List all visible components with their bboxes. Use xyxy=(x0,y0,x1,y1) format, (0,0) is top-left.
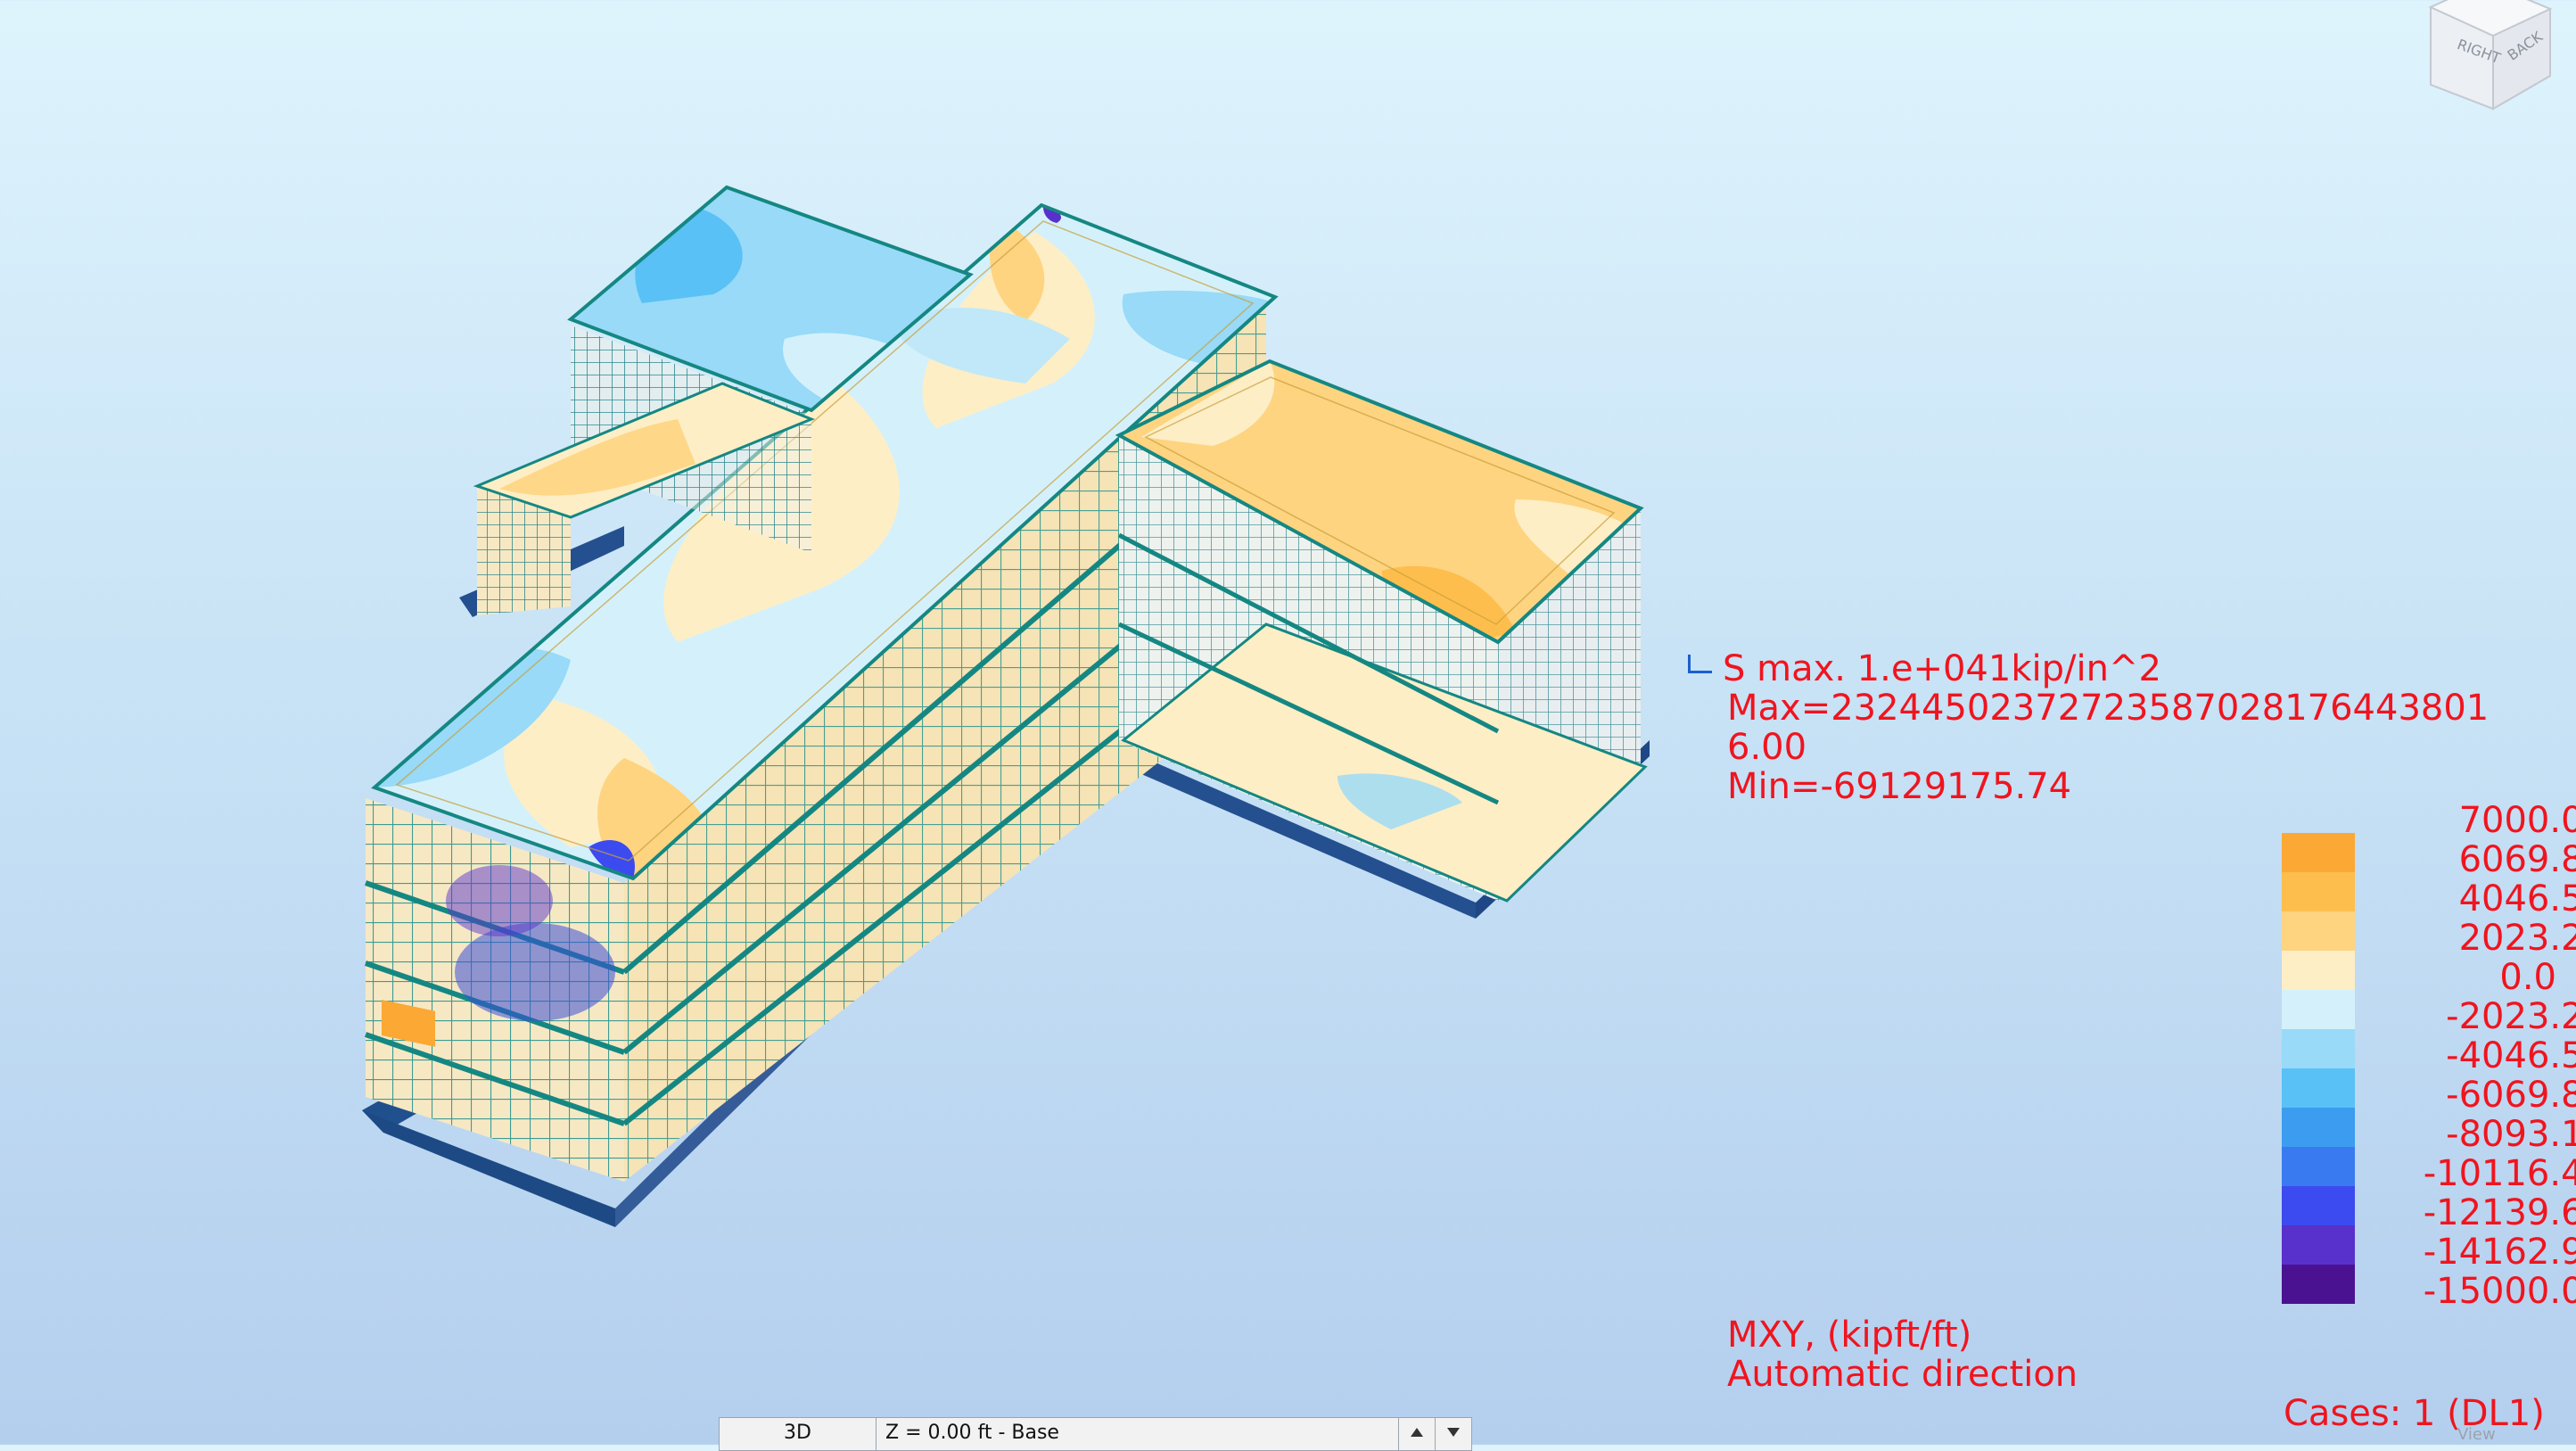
legend-label: -14162.96 xyxy=(2423,1232,2576,1273)
viewcube[interactable] xyxy=(2425,0,2576,116)
direction-label: Automatic direction xyxy=(1727,1354,2078,1395)
legend-label: -6069.84 xyxy=(2446,1075,2576,1116)
legend-label: 0.0 xyxy=(2499,957,2556,998)
stress-header: S max. 1.e+041kip/in^2 xyxy=(1723,648,2161,689)
legend-label: -10116.40 xyxy=(2423,1153,2576,1194)
view-label[interactable]: View xyxy=(2457,1425,2496,1444)
arrow-down-icon xyxy=(1447,1428,1460,1437)
legend-label: -12139.68 xyxy=(2423,1192,2576,1233)
level-toolbar: 3D Z = 0.00 ft - Base xyxy=(719,1417,1472,1451)
legend-label: -4046.56 xyxy=(2446,1035,2576,1076)
view-mode-button[interactable]: 3D xyxy=(720,1418,876,1450)
legend-label: -8093.12 xyxy=(2446,1114,2576,1155)
legend-label: 6069.84 xyxy=(2458,839,2576,880)
info-bracket-icon xyxy=(1688,654,1712,673)
units-label: MXY, (kipft/ft) xyxy=(1727,1315,1972,1356)
result-units: MXY, (kipft/ft) Automatic direction xyxy=(1727,1315,2078,1394)
result-info-panel: S max. 1.e+041kip/in^2 Max=2324450237272… xyxy=(1688,649,2576,806)
legend-label: -2023.28 xyxy=(2446,996,2576,1037)
legend-label: 4046.56 xyxy=(2458,878,2576,919)
level-selector[interactable]: Z = 0.00 ft - Base xyxy=(876,1418,1399,1450)
max-value: Max=23244502372723587028176443801 6.00 xyxy=(1727,688,2490,768)
level-down-button[interactable] xyxy=(1436,1418,1471,1450)
legend-label: 2023.28 xyxy=(2458,918,2576,959)
legend-label: -15000.00 xyxy=(2423,1271,2576,1312)
arrow-up-icon xyxy=(1411,1428,1423,1437)
level-up-button[interactable] xyxy=(1399,1418,1436,1450)
cases-label: Cases: 1 (DL1) xyxy=(2284,1393,2545,1434)
legend-label: 7000.00 xyxy=(2458,800,2576,841)
min-value: Min=-69129175.74 xyxy=(1727,766,2072,807)
